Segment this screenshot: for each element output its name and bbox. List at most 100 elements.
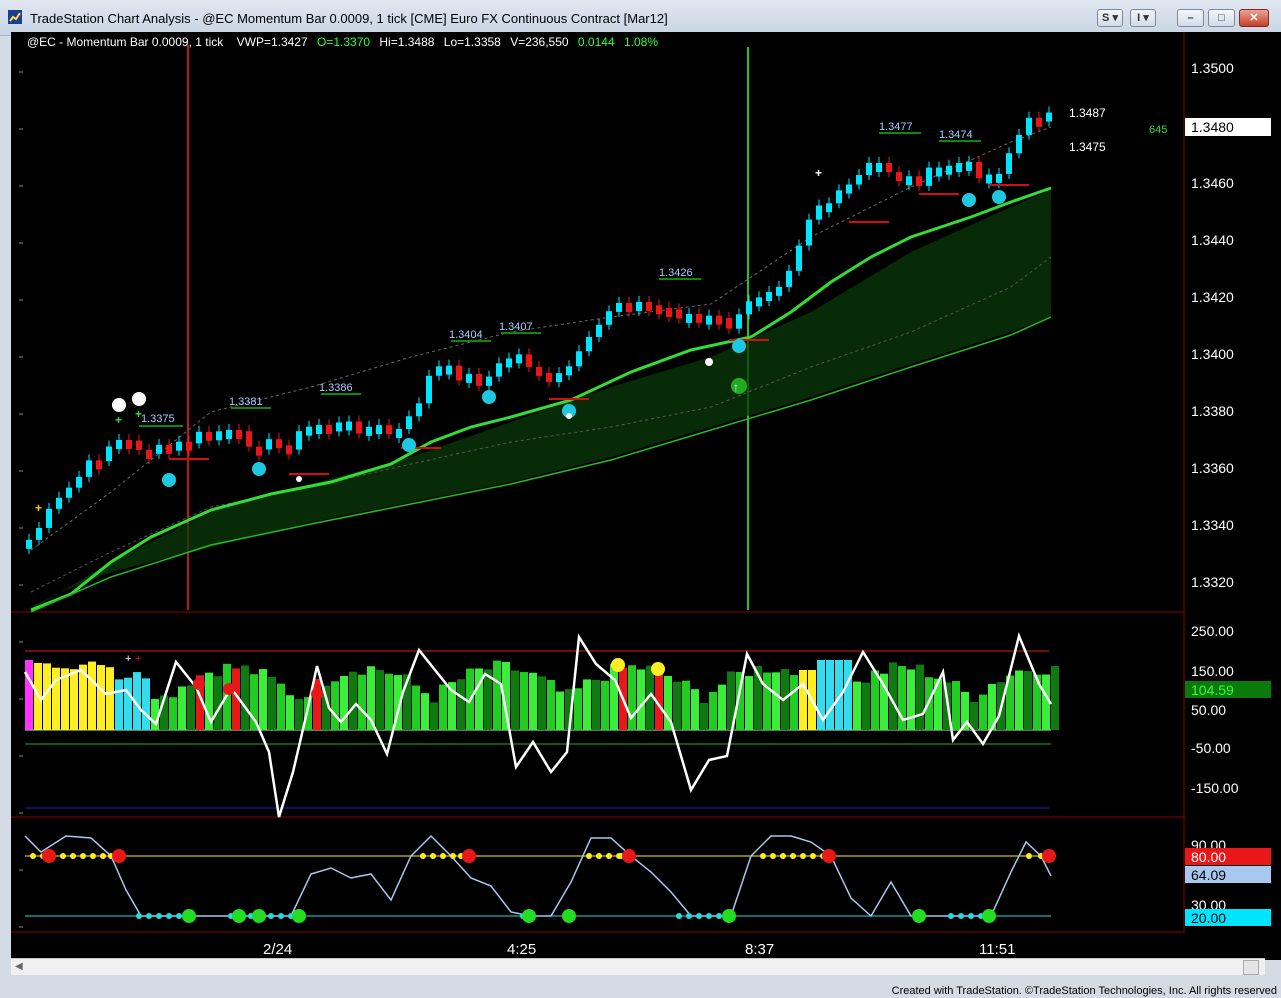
histogram-bar [979,694,987,730]
price-tick: 1.3320 [1191,574,1234,590]
candle [86,454,92,482]
histogram-bar [547,679,555,730]
momentum-tick: -150.00 [1191,780,1239,796]
scroll-thumb[interactable] [1243,960,1259,975]
candle [436,360,442,381]
candle [206,425,212,446]
time-tick: 2/24 [263,941,292,958]
candle [656,299,662,320]
candle [246,425,252,452]
momentum-tick: -50.00 [1191,740,1231,756]
momentum-axis: 250.00 150.00 50.00 -50.00 -150.00 [1191,623,1239,796]
candle [276,433,282,454]
low-price-label: 1.3475 [1069,140,1106,154]
candle [506,352,512,373]
candle [336,416,342,437]
swing-label: 1.3375 [141,413,175,425]
candle [706,309,712,330]
candle [676,303,682,324]
chart-area[interactable]: 1.3375 1.3381 1.3386 1.3404 1.3407 1.342… [11,32,1281,960]
candle [226,423,232,444]
time-tick: 11:51 [979,941,1015,958]
candle [376,419,382,440]
histogram-bar [655,667,663,730]
maximize-button[interactable]: □ [1208,9,1235,27]
maximize-icon: □ [1218,12,1225,24]
histogram-bar [916,664,924,730]
candle [866,157,872,181]
svg-text:+: + [815,166,822,180]
candle [836,184,842,209]
scroll-left-icon[interactable]: ◀ [15,961,23,972]
histogram-bar [637,669,645,730]
minimize-button[interactable]: – [1177,9,1204,27]
candle [696,307,702,328]
candle [886,157,892,178]
candle [116,433,122,454]
histogram-bar [412,685,420,730]
histogram-bar [295,699,303,730]
histogram-bar [430,702,438,730]
candle [966,155,972,176]
candle [536,360,542,381]
histogram-bar [1051,665,1059,730]
histogram-bar [763,672,771,730]
candle [476,367,482,391]
candle [956,157,962,178]
histogram-bar [178,686,186,730]
candle [1016,128,1022,159]
candle [826,197,832,218]
histogram-bar [592,679,600,730]
chart-canvas[interactable]: 1.3375 1.3381 1.3386 1.3404 1.3407 1.342… [11,32,1281,960]
swing-label: 1.3477 [879,121,913,133]
title-bar: TradeStation Chart Analysis - @EC Moment… [0,0,1281,36]
candle [786,264,792,292]
candle [176,435,182,456]
high-price-label: 1.3487 [1069,106,1106,120]
histogram-bar [142,678,150,730]
price-tick: 1.3400 [1191,346,1234,362]
swing-label: 1.3386 [319,382,353,394]
momentum-tick: 250.00 [1191,623,1234,639]
price-axis: 1.3500 1.3460 1.3440 1.3420 1.3400 1.338… [1191,60,1234,590]
histogram-bar [25,660,33,730]
histogram-bar [331,681,339,730]
histogram-bar [682,680,690,730]
histogram-bar [871,670,879,730]
svg-text:+: + [125,653,131,665]
candle [606,305,612,330]
candle [266,433,272,455]
candle [146,443,152,464]
svg-text:↑: ↑ [733,380,739,394]
chevron-down-icon: ▾ [1143,12,1149,24]
histogram-bar [169,697,177,730]
histogram-bar [358,674,366,730]
candle [326,419,332,440]
histogram-bar [313,679,321,730]
candle [76,470,82,493]
histogram-bar [844,660,852,730]
histogram-bar [187,685,195,730]
candle [546,366,552,387]
candle [726,312,732,334]
tradestation-app-icon [8,10,22,24]
svg-text:+: + [135,407,142,421]
close-button[interactable]: ✕ [1239,9,1269,27]
candle [456,359,462,386]
candle [426,369,432,409]
interval-link-button[interactable]: I ▾ [1130,9,1156,27]
horizontal-scrollbar[interactable]: ◀ [11,958,1265,975]
candle [556,367,562,388]
histogram-bar [862,682,870,730]
candle [286,439,292,460]
svg-text:+: + [115,413,122,427]
symbol-link-button[interactable]: S ▾ [1097,9,1123,27]
histogram-bar [88,661,96,730]
swing-label: 1.3381 [229,396,263,408]
histogram-bar [106,667,114,730]
candle [746,295,752,320]
time-tick: 8:37 [745,941,774,958]
histogram-bar [349,671,357,730]
candle [416,397,422,422]
stochastic-line [24,834,1052,918]
